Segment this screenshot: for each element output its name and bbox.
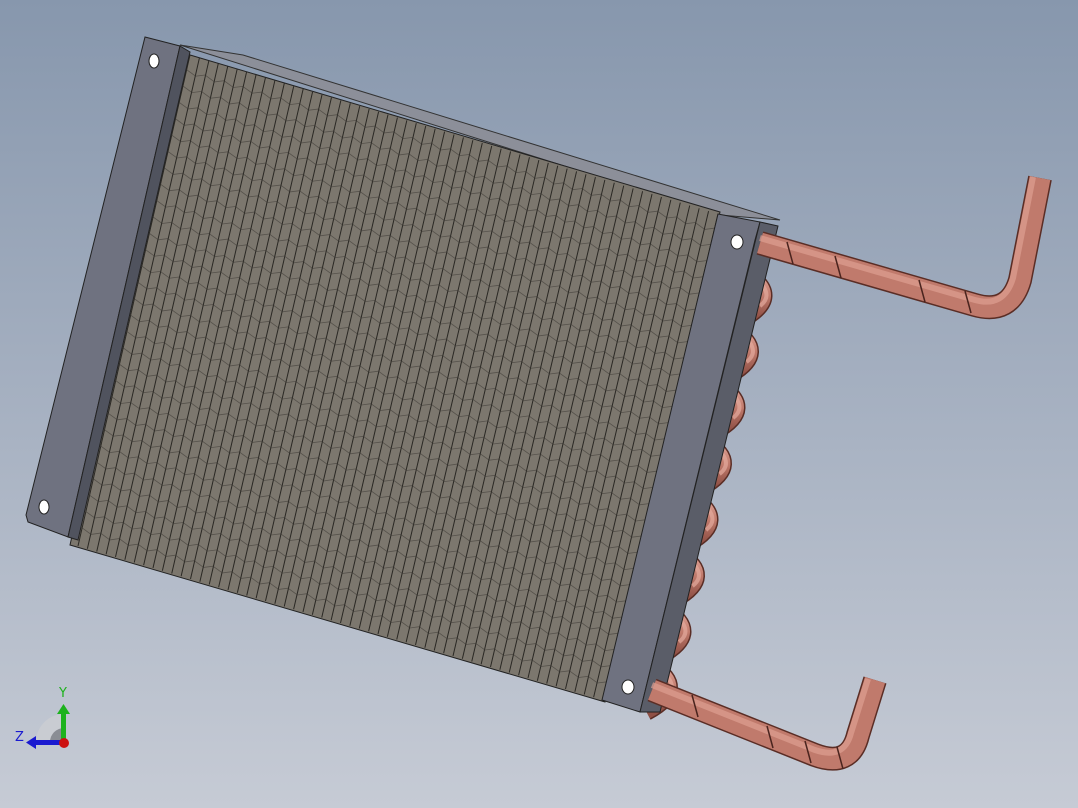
- cad-viewport[interactable]: [0, 0, 1078, 808]
- mount-hole: [148, 53, 160, 69]
- mount-hole: [730, 234, 744, 250]
- triad-y-label: Y: [59, 686, 67, 701]
- triad-z-label: Z: [15, 730, 24, 745]
- x-axis-dot: [59, 738, 69, 748]
- mount-hole: [621, 679, 635, 695]
- y-axis-arrow: [61, 712, 66, 742]
- mount-hole: [38, 499, 50, 515]
- view-triad[interactable]: [26, 704, 70, 749]
